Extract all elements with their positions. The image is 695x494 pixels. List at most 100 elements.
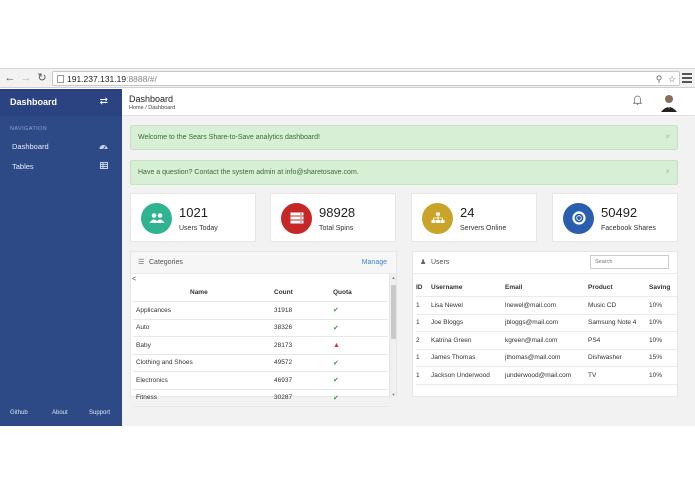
stat-label: Facebook Shares <box>601 225 656 232</box>
categories-panel-header: ☰ Categories Manage <box>131 252 396 274</box>
table-row[interactable]: Clothing and Shoes 49572 ✔ <box>133 354 388 372</box>
table-row[interactable]: 1 Joe Bloggs jbloggs@mail.com Samsung Note … <box>416 314 677 332</box>
sitemap-icon <box>422 203 453 234</box>
category-count: 46937 <box>274 371 333 390</box>
zoom-icon[interactable]: ⚲ <box>654 74 664 84</box>
top-bar: Dashboard Home / Dashboard <box>122 89 695 116</box>
category-name: Electronics <box>133 371 274 390</box>
stat-label: Users Today <box>179 225 218 232</box>
table-row[interactable]: Auto 38326 ✔ <box>133 319 388 337</box>
column-header-saving[interactable]: Saving <box>649 279 677 297</box>
scroll-left-icon[interactable]: < <box>132 276 136 283</box>
avatar[interactable] <box>659 92 679 112</box>
stat-value: 24 <box>460 205 475 220</box>
manage-link[interactable]: Manage <box>362 259 387 266</box>
check-icon: ✔ <box>333 394 339 402</box>
table-row[interactable]: 1 Lisa Newel lnewel@mail.com Music CD 10% <box>416 296 677 315</box>
user-username: Lisa Newel <box>431 296 505 315</box>
table-row[interactable]: Electronics 46937 ✔ <box>133 371 388 390</box>
category-count: 49572 <box>274 354 333 372</box>
scroll-down-icon[interactable]: ▼ <box>390 392 397 397</box>
sidebar-item-dashboard[interactable]: Dashboard <box>0 139 122 155</box>
sidebar-item-tables[interactable]: Tables <box>0 159 122 175</box>
close-icon[interactable]: × <box>665 167 670 176</box>
list-icon: ☰ <box>138 259 145 266</box>
user-id: 1 <box>416 366 431 385</box>
check-icon: ✔ <box>333 307 339 315</box>
user-id: 2 <box>416 331 431 350</box>
user-saving: 10% <box>649 366 677 385</box>
page-icon <box>57 75 64 83</box>
alert-text: Welcome to the Sears Share-to-Save analy… <box>138 134 320 141</box>
reload-icon[interactable]: ↻ <box>36 72 48 84</box>
check-icon: ✔ <box>333 359 339 367</box>
stat-label: Servers Online <box>460 225 507 232</box>
table-row[interactable]: 2 Katrina Green kgreen@mail.com PS4 10% <box>416 331 677 350</box>
category-count: 38326 <box>274 319 333 337</box>
table-row[interactable]: Applicances 31918 ✔ <box>133 301 388 320</box>
address-bar[interactable]: 191.237.131.19:8888/#/ ⚲ ☆ <box>52 71 680 86</box>
table-row[interactable]: Baby 28173 ▲ <box>133 336 388 355</box>
category-count: 30287 <box>274 389 333 407</box>
column-header-name[interactable]: Name <box>133 284 274 302</box>
bell-icon[interactable] <box>632 95 643 108</box>
table-header-row: Name Count Quota <box>133 284 388 302</box>
column-header-username[interactable]: Username <box>431 279 505 297</box>
users-panel: ♟ Users ID Username Email Product Saving… <box>412 251 678 397</box>
category-name: Baby <box>133 336 274 355</box>
footer-link-about[interactable]: About <box>52 410 68 416</box>
forward-icon[interactable]: → <box>20 72 32 84</box>
sidebar-footer: Github About Support <box>0 410 122 420</box>
categories-table: Name Count Quota Applicances 31918 ✔ Auto 38… <box>133 284 388 407</box>
search-field[interactable] <box>591 256 668 268</box>
user-email: jthomas@mail.com <box>505 349 588 367</box>
user-saving: 10% <box>649 296 677 315</box>
star-icon[interactable]: ☆ <box>667 74 677 84</box>
user-id: 1 <box>416 296 431 315</box>
user-product: Samsung Note 4 <box>588 314 649 332</box>
category-name: Fitness <box>133 389 274 407</box>
table-header-row: ID Username Email Product Saving <box>416 279 677 297</box>
table-row[interactable]: 1 Jackson Underwood junderwood@mail.com TV 1… <box>416 366 677 385</box>
search-input[interactable] <box>590 255 669 269</box>
column-header-quota[interactable]: Quota <box>333 284 388 302</box>
column-header-id[interactable]: ID <box>416 279 431 297</box>
sidebar-header: Dashboard ⇄ <box>0 89 122 116</box>
scrollbar-thumb[interactable] <box>391 285 396 339</box>
column-header-product[interactable]: Product <box>588 279 649 297</box>
url-host: 191.237.131.19 <box>67 74 127 84</box>
stat-card-servers-online: 24 Servers Online <box>411 193 537 242</box>
column-header-email[interactable]: Email <box>505 279 588 297</box>
sidebar-title: Dashboard <box>10 97 58 107</box>
close-icon[interactable]: × <box>665 132 670 141</box>
footer-link-support[interactable]: Support <box>89 410 110 416</box>
users-icon: ♟ <box>420 259 427 266</box>
url-text[interactable]: 191.237.131.19:8888/#/ <box>67 74 157 84</box>
category-name: Applicances <box>133 301 274 320</box>
nav-section-label: NAVIGATION <box>10 126 48 132</box>
sidebar: Dashboard ⇄ NAVIGATION Dashboard Tables … <box>0 89 122 426</box>
sidebar-toggle-icon[interactable]: ⇄ <box>100 96 108 107</box>
user-saving: 15% <box>649 349 677 367</box>
scroll-up-icon[interactable]: ▲ <box>390 275 397 280</box>
panel-title: Users <box>431 259 450 266</box>
stat-label: Total Spins <box>319 225 354 232</box>
category-name: Clothing and Shoes <box>133 354 274 372</box>
categories-panel: ☰ Categories Manage < Name Count Quota A… <box>130 251 397 407</box>
category-name: Auto <box>133 319 274 337</box>
users-panel-header: ♟ Users <box>413 252 677 274</box>
breadcrumb[interactable]: Home / Dashboard <box>129 105 175 111</box>
column-header-count[interactable]: Count <box>274 284 333 302</box>
user-product: PS4 <box>588 331 649 350</box>
table-row[interactable]: Fitness 30287 ✔ <box>133 389 388 407</box>
footer-link-github[interactable]: Github <box>10 410 28 416</box>
table-icon <box>100 162 108 171</box>
stat-value: 98928 <box>319 205 356 220</box>
category-quota: ✔ <box>333 301 388 320</box>
table-row[interactable]: 1 James Thomas jthomas@mail.com Dishwasher 1… <box>416 349 677 367</box>
browser-menu-icon[interactable] <box>682 73 692 83</box>
back-icon[interactable]: ← <box>4 72 16 84</box>
stat-card-users-today: 1021 Users Today <box>130 193 256 242</box>
stat-card-facebook-shares: 50492 Facebook Shares <box>552 193 678 242</box>
categories-scrollbar[interactable]: ▲ ▼ <box>389 274 396 398</box>
